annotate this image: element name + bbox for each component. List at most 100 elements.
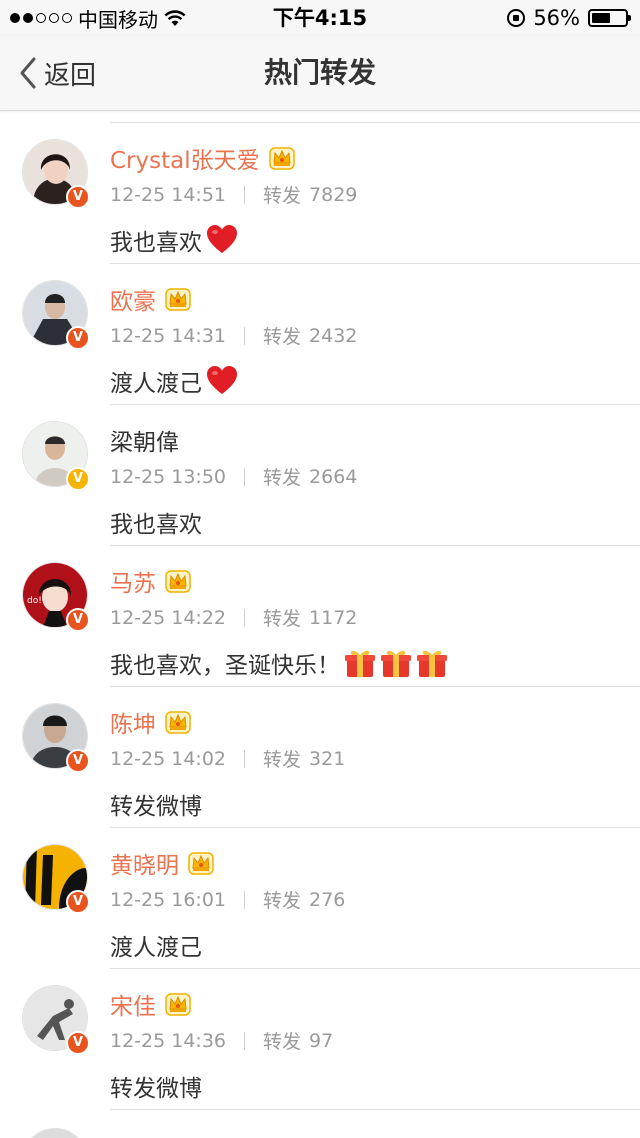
heart-icon: [206, 225, 238, 255]
username-link[interactable]: 梁朝偉: [110, 423, 179, 457]
repost-text: 我也喜欢，圣诞快乐！: [110, 653, 340, 679]
repost-meta: 12-25 14:02 转发 321: [110, 745, 345, 772]
avatar-wrap[interactable]: V: [22, 703, 90, 773]
repost-time: 12-25 13:50: [110, 465, 227, 488]
divider: [110, 1109, 640, 1110]
repost-item[interactable]: do! V 马苏 12-25 14:22 转发 1172 我也喜欢，圣诞快乐！: [0, 546, 640, 687]
repost-time: 12-25 14:36: [110, 1029, 227, 1052]
vip-crown-icon: [165, 993, 191, 1016]
meta-separator: [244, 185, 246, 204]
verified-badge-icon: V: [66, 467, 90, 491]
battery-icon: [588, 9, 631, 27]
repost-count: 2432: [309, 324, 358, 347]
repost-label: 转发: [263, 185, 302, 207]
username-link[interactable]: 陈坤: [110, 705, 192, 739]
repost-item[interactable]: V 陈坤 12-25 14:02 转发 321 转发微博: [0, 687, 640, 828]
username: 梁朝偉: [110, 430, 179, 456]
username-link[interactable]: 马苏: [110, 564, 192, 598]
vip-crown-icon: [268, 147, 295, 170]
repost-count: 97: [309, 1029, 334, 1052]
verified-badge-icon: V: [66, 326, 90, 350]
repost-item[interactable]: V 宋佳 12-25 14:36 转发 97 转发微博: [0, 969, 640, 1110]
wifi-icon: [164, 10, 186, 26]
verified-badge-icon: V: [66, 185, 90, 209]
repost-meta: 12-25 13:50 转发 2664: [110, 463, 357, 490]
status-bar: 中国移动 下午4:15 56%: [0, 0, 640, 36]
avatar-wrap[interactable]: do! V: [22, 562, 90, 632]
avatar-wrap[interactable]: V: [22, 844, 90, 914]
signal-dot: [62, 13, 72, 23]
repost-time: 12-25 14:02: [110, 747, 227, 770]
repost-time: 12-25 14:51: [110, 183, 227, 206]
username: Crystal张天爱: [110, 148, 260, 174]
repost-text: 我也喜欢: [110, 512, 202, 538]
repost-label: 转发: [263, 326, 302, 348]
nav-bar: 返回 热门转发: [0, 36, 640, 111]
repost-meta: 12-25 14:36 转发 97: [110, 1027, 333, 1054]
back-label: 返回: [44, 60, 97, 91]
repost-count: 321: [309, 747, 346, 770]
repost-item[interactable]: V 梁朝偉 12-25 13:50 转发 2664 我也喜欢: [0, 405, 640, 546]
username-link[interactable]: 宋佳: [110, 987, 192, 1021]
verified-badge-icon: V: [66, 749, 90, 773]
repost-text: 转发微博: [110, 1076, 202, 1102]
app-screen: 中国移动 下午4:15 56% 返回 热门转发 V Crystal张天爱 12-…: [0, 0, 640, 1138]
username: 陈坤: [110, 712, 156, 738]
repost-text: 渡人渡己: [110, 371, 202, 397]
verified-badge-icon: V: [66, 890, 90, 914]
avatar[interactable]: [22, 1128, 88, 1138]
username-link[interactable]: Crystal张天爱: [110, 141, 296, 175]
repost-content: 转发微博: [110, 1069, 202, 1103]
repost-label: 转发: [263, 749, 302, 771]
gift-icon: [416, 648, 448, 678]
repost-label: 转发: [263, 890, 302, 912]
rotation-lock-icon: [507, 9, 526, 27]
avatar-wrap[interactable]: V: [22, 280, 90, 350]
battery-level: [592, 13, 610, 23]
repost-count: 1172: [309, 606, 358, 629]
meta-separator: [244, 326, 246, 345]
avatar-wrap[interactable]: V: [22, 985, 90, 1055]
signal-dot: [23, 13, 33, 23]
verified-badge-icon: V: [66, 608, 90, 632]
repost-meta: 12-25 16:01 转发 276: [110, 886, 345, 913]
repost-time: 12-25 14:22: [110, 606, 227, 629]
username-link[interactable]: 欧豪: [110, 282, 192, 316]
vip-crown-icon: [165, 570, 191, 593]
back-button[interactable]: 返回: [18, 36, 96, 110]
signal-dot: [49, 13, 59, 23]
gift-icon: [380, 648, 412, 678]
repost-meta: 12-25 14:22 转发 1172: [110, 604, 357, 631]
repost-time: 12-25 14:31: [110, 324, 227, 347]
repost-content: 转发微博: [110, 787, 202, 821]
repost-content: 我也喜欢: [110, 223, 238, 257]
repost-text: 我也喜欢: [110, 230, 202, 256]
username-link[interactable]: 黄晓明: [110, 846, 215, 880]
repost-content: 我也喜欢: [110, 505, 202, 539]
vip-crown-icon: [188, 852, 214, 875]
repost-list: V Crystal张天爱 12-25 14:51 转发 7829 我也喜欢 V 欧豪 12-25…: [0, 110, 640, 1110]
username: 宋佳: [110, 994, 156, 1020]
avatar-wrap[interactable]: V: [22, 421, 90, 491]
repost-label: 转发: [263, 467, 302, 489]
repost-content: 我也喜欢，圣诞快乐！: [110, 646, 448, 680]
signal-dot: [36, 13, 46, 23]
repost-meta: 12-25 14:31 转发 2432: [110, 322, 357, 349]
repost-count: 7829: [309, 183, 358, 206]
repost-count: 2664: [309, 465, 358, 488]
battery-percent: 56%: [533, 6, 580, 30]
username: 马苏: [110, 571, 156, 597]
avatar-wrap[interactable]: V: [22, 139, 90, 209]
repost-item[interactable]: V 黄晓明 12-25 16:01 转发 276 渡人渡己: [0, 828, 640, 969]
username: 黄晓明: [110, 853, 179, 879]
username: 欧豪: [110, 289, 156, 315]
signal-dot: [10, 13, 20, 23]
repost-label: 转发: [263, 1031, 302, 1053]
repost-item[interactable]: V 欧豪 12-25 14:31 转发 2432 渡人渡己: [0, 264, 640, 405]
repost-text: 渡人渡己: [110, 935, 202, 961]
chevron-left-icon: [20, 57, 36, 89]
carrier-label: 中国移动: [78, 7, 158, 32]
repost-item[interactable]: V Crystal张天爱 12-25 14:51 转发 7829 我也喜欢: [0, 123, 640, 264]
meta-separator: [244, 890, 246, 909]
gift-icon: [344, 648, 376, 678]
